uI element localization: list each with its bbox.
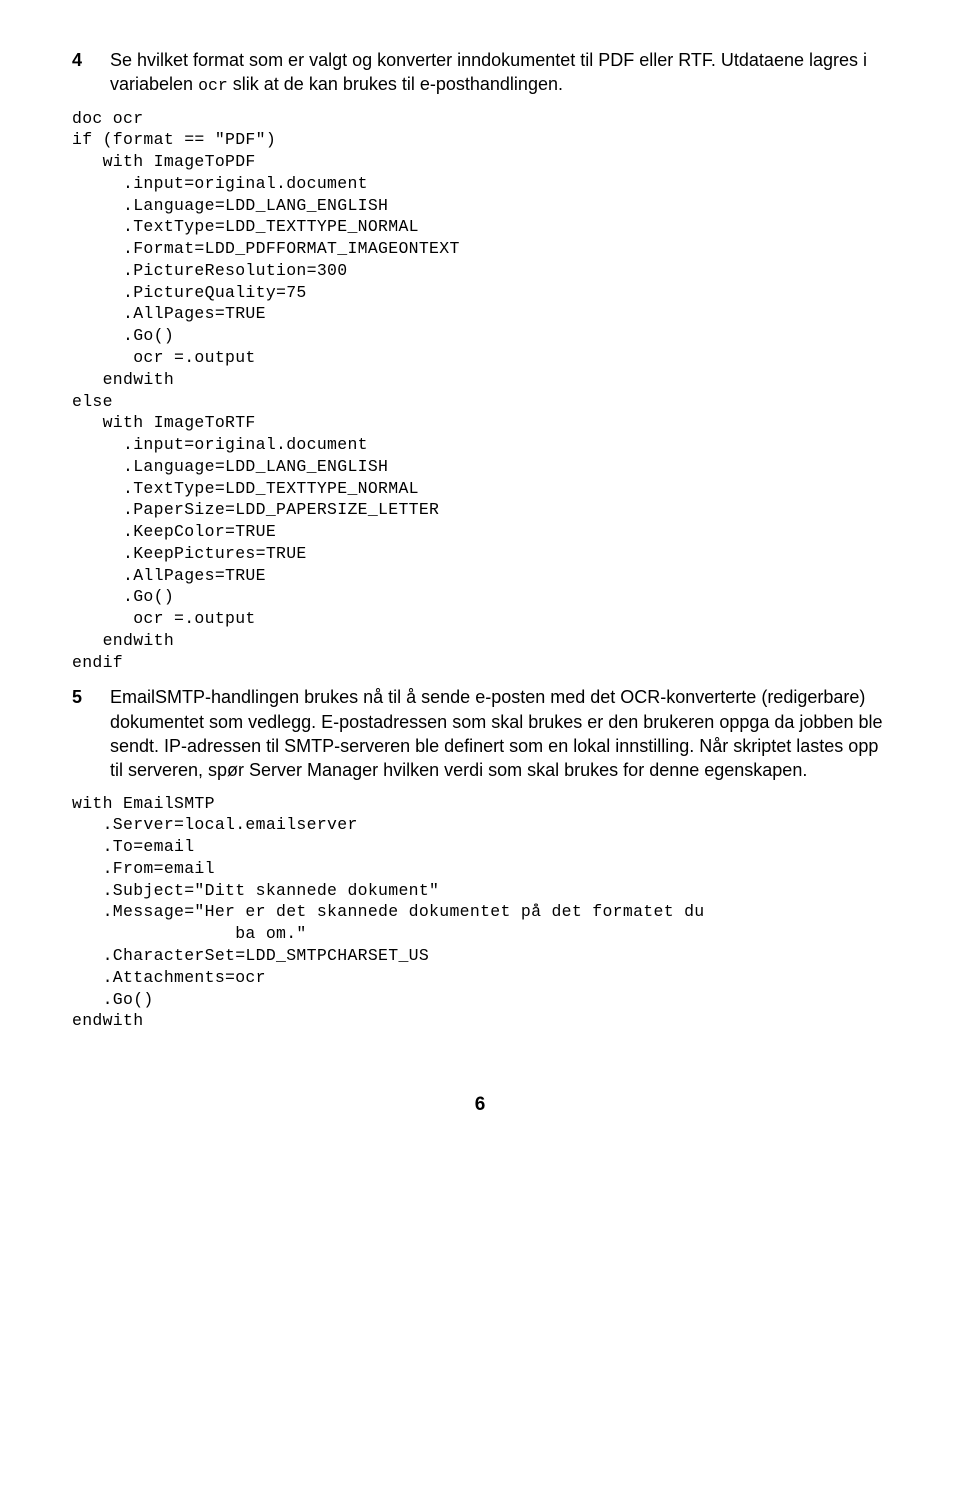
step-number: 4 bbox=[72, 48, 92, 72]
code-block-1: doc ocr if (format == "PDF") with ImageT… bbox=[72, 108, 888, 674]
step-4: 4 Se hvilket format som er valgt og konv… bbox=[72, 48, 888, 98]
step-text-post: slik at de kan brukes til e-posthandling… bbox=[228, 74, 563, 94]
page-number: 6 bbox=[72, 1092, 888, 1118]
code-block-2: with EmailSMTP .Server=local.emailserver… bbox=[72, 793, 888, 1032]
step-number: 5 bbox=[72, 685, 92, 709]
inline-code-ocr: ocr bbox=[198, 76, 228, 95]
step-text: Se hvilket format som er valgt og konver… bbox=[110, 48, 888, 98]
step-text: EmailSMTP-handlingen brukes nå til å sen… bbox=[110, 685, 888, 782]
step-5: 5 EmailSMTP-handlingen brukes nå til å s… bbox=[72, 685, 888, 782]
